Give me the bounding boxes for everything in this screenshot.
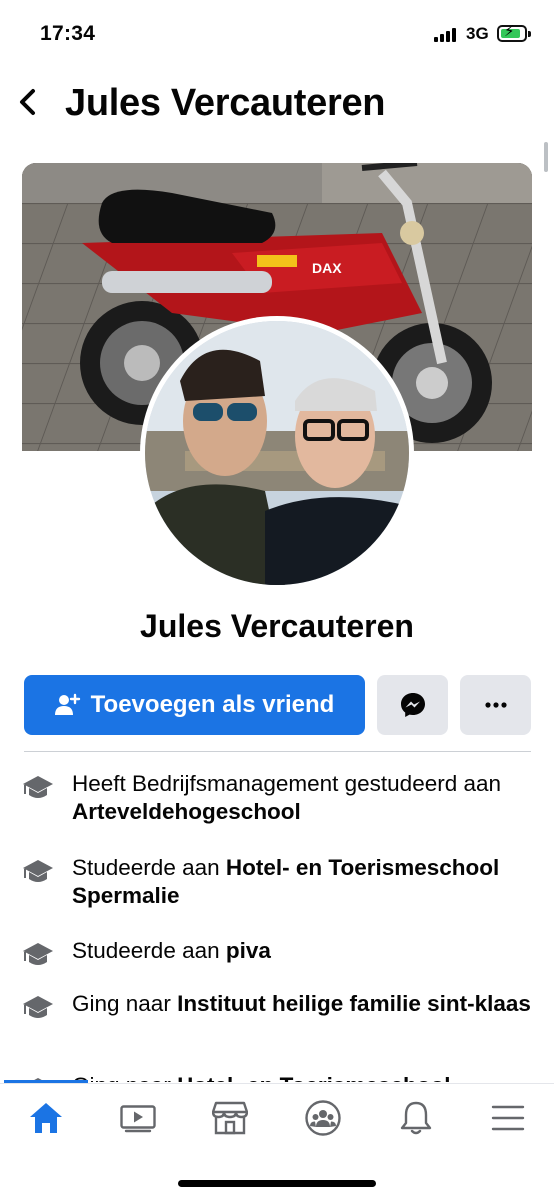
graduation-cap-icon — [23, 943, 53, 965]
add-friend-button[interactable]: Toevoegen als vriend — [24, 675, 365, 735]
messenger-icon — [400, 693, 425, 717]
person-add-icon — [54, 693, 80, 715]
more-options-button[interactable] — [460, 675, 531, 735]
video-icon — [120, 1105, 156, 1133]
profile-details: Heeft Bedrijfsmanagement gestudeerd aan … — [0, 770, 554, 1082]
nav-video[interactable] — [108, 1098, 168, 1138]
nav-groups[interactable] — [293, 1098, 353, 1138]
nav-notifications[interactable] — [386, 1098, 446, 1138]
chevron-left-icon — [20, 89, 35, 115]
page-title: Jules Vercauteren — [65, 82, 386, 124]
menu-icon — [491, 1105, 525, 1131]
profile-name: Jules Vercauteren — [140, 608, 414, 644]
signal-icon — [434, 28, 458, 42]
status-bar: 17:34 3G ⚡ — [0, 0, 554, 68]
groups-icon — [305, 1100, 341, 1136]
marketplace-icon — [212, 1101, 248, 1135]
messenger-button[interactable] — [377, 675, 448, 735]
profile-header: Jules Vercauteren — [0, 72, 554, 136]
nav-menu[interactable] — [478, 1098, 538, 1138]
network-type: 3G — [466, 24, 489, 43]
battery-charging-icon: ⚡ — [497, 24, 527, 42]
graduation-cap-icon — [23, 860, 53, 882]
avatar-photo — [145, 321, 409, 585]
more-dots-icon — [484, 702, 507, 708]
add-friend-label: Toevoegen als vriend — [90, 691, 335, 718]
back-button[interactable] — [12, 84, 42, 120]
home-icon — [30, 1103, 62, 1133]
svg-text:DAX: DAX — [312, 260, 342, 276]
nav-marketplace[interactable] — [200, 1098, 260, 1138]
graduation-cap-icon — [23, 776, 53, 798]
status-time: 17:34 — [40, 22, 96, 45]
scrollbar[interactable] — [544, 142, 548, 172]
divider — [24, 751, 531, 752]
nav-home[interactable] — [16, 1098, 76, 1138]
graduation-cap-icon — [23, 996, 53, 1018]
home-indicator — [178, 1180, 376, 1187]
notifications-icon — [400, 1101, 432, 1135]
profile-avatar[interactable] — [140, 316, 414, 590]
